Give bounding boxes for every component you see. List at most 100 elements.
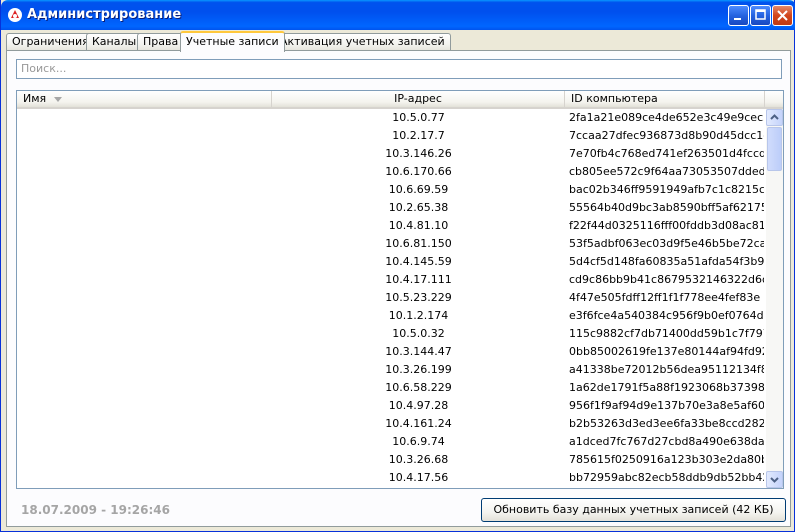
column-ip-label: IP-адрес — [394, 92, 442, 105]
computer-id-cell: 2fa1a21e089ce4de652e3c49e9cec3af — [569, 111, 764, 124]
tab-label: Активация учетных записей — [280, 35, 445, 48]
table-row[interactable]: CJIaDeNbKa9I10.2.65.3855564b40d9bc3ab859… — [17, 199, 765, 217]
ip-address-cell: 10.4.97.28 — [388, 399, 449, 412]
table-row[interactable]: CoBeCTb10.1.2.174e3f6fce4a540384c956f9b0… — [17, 307, 765, 325]
computer-id-cell: 785615f0250916a123b303e2da80b0c9 — [569, 453, 764, 466]
scroll-thumb[interactable] — [767, 127, 782, 171]
table-row[interactable]: Cool Girl10.4.97.28956f1f9af94d9e137b70e… — [17, 397, 765, 415]
list-header: Имя IP-адрес ID компьютера — [17, 91, 783, 109]
computer-id-cell: b2b53263d3ed3ee6fa33be8ccd282b9b — [569, 417, 764, 430]
sort-descending-icon — [54, 96, 63, 102]
ip-address-cell: 10.2.17.7 — [392, 129, 445, 142]
ip-address-cell: 10.4.17.111 — [385, 273, 452, 286]
tab-label: Учетные записи — [186, 35, 279, 48]
table-row[interactable]: CTAKAH MAKA10.4.17.56bb72959abc82ecb58dd… — [17, 469, 765, 487]
minimize-button[interactable] — [728, 5, 749, 26]
table-row[interactable]: Claymore10.4.81.10f22f44d0325116fff00fdd… — [17, 217, 765, 235]
computer-id-cell: f22f44d0325116fff00fddb3d08ac813 — [569, 219, 764, 232]
ip-address-cell: 10.6.9.74 — [392, 435, 445, 448]
computer-id-cell: 1a62de1791f5a88f1923068b37398b5d — [569, 381, 764, 394]
ip-address-cell: 10.2.65.38 — [388, 201, 449, 214]
tab-account-activation[interactable]: Активация учетных записей — [274, 33, 451, 51]
computer-id-cell: 5d4cf5d148fa60835a51afda54f3b90e — [569, 255, 764, 268]
refresh-accounts-button[interactable]: Обновить базу данных учетных записей (42… — [481, 498, 786, 522]
computer-id-cell: e3f6fce4a540384c956f9b0ef0764de1 — [569, 309, 764, 322]
table-row[interactable]: CoLDaT1K10.3.144.470bb85002619fe137e8014… — [17, 343, 765, 361]
table-row[interactable]: Clublife~10.5.23.2294f47e505fdff12ff1f1f… — [17, 289, 765, 307]
ip-address-cell: 10.4.81.10 — [388, 219, 449, 232]
column-header-ip[interactable]: IP-адрес — [272, 91, 565, 108]
column-header-id[interactable]: ID компьютера — [565, 91, 765, 108]
tab-rights[interactable]: Права — [137, 33, 185, 51]
computer-id-cell: 7e70fb4c768ed741ef263501d4fccd68 — [569, 147, 764, 160]
computer-id-cell: a41338be72012b56dea95112134f8a18 — [569, 363, 764, 376]
table-row[interactable]: Clear_Sky10.6.81.15053f5adbf063ec03d9f5e… — [17, 235, 765, 253]
chevron-down-icon — [770, 477, 779, 483]
ip-address-cell: 10.5.0.32 — [392, 327, 445, 340]
tab-label: Права — [143, 35, 179, 48]
computer-id-cell: 4f47e505fdff12ff1f1f778ee4fef83e — [569, 291, 761, 304]
table-row[interactable]: Coming to my dream10.3.26.199a41338be720… — [17, 361, 765, 379]
ip-address-cell: 10.1.2.174 — [388, 309, 449, 322]
last-update-timestamp: 18.07.2009 - 19:26:46 — [21, 503, 170, 517]
window-title: Администрирование — [27, 7, 182, 22]
table-row[interactable]: CS the Best[Blag0v]10.3.26.68785615f0250… — [17, 451, 765, 469]
tab-label: Ограничения — [12, 35, 89, 48]
tab-channels[interactable]: Каналы — [86, 33, 143, 51]
computer-id-cell: bb72959abc82ecb58ddb9db52bb42f10 — [569, 471, 764, 484]
ip-address-cell: 10.6.170.66 — [385, 165, 452, 178]
column-name-label: Имя — [23, 92, 47, 105]
ip-address-cell: 10.3.26.199 — [385, 363, 452, 376]
app-logo-icon — [8, 8, 22, 22]
computer-id-cell: cd9c86bb9b41c8679532146322d6c1a7 — [569, 273, 764, 286]
chevron-up-icon — [770, 114, 779, 120]
table-row[interactable]: chop10.2.17.77ccaa27dfec936873d8b90d45dc… — [17, 127, 765, 145]
ip-address-cell: 10.4.17.56 — [388, 471, 449, 484]
computer-id-cell: bac02b346ff9591949afb7c1c8215ccc — [569, 183, 764, 196]
search-input[interactable]: Поиск... — [16, 59, 782, 79]
accounts-list[interactable]: Имя IP-адрес ID компьютера chipolo10.5.0… — [16, 90, 784, 489]
ip-address-cell: 10.6.69.59 — [388, 183, 449, 196]
table-row[interactable]: chuvack10.6.170.66cb805ee572c9f64aa73053… — [17, 163, 765, 181]
close-icon — [777, 10, 788, 21]
computer-id-cell: 55564b40d9bc3ab8590bff5af6217576 — [569, 201, 764, 214]
table-row[interactable]: COMRAD_PRAPORSCHIK10.6.58.2291a62de1791f… — [17, 379, 765, 397]
computer-id-cell: 0bb85002619fe137e80144af94fd9285 — [569, 345, 764, 358]
title-bar[interactable]: Администрирование — [1, 0, 795, 30]
minimize-icon — [734, 18, 741, 20]
tab-restrictions[interactable]: Ограничения — [6, 33, 95, 51]
table-row[interactable]: Circa10.6.69.59bac02b346ff9591949afb7c1c… — [17, 181, 765, 199]
list-rows: chipolo10.5.0.772fa1a21e089ce4de652e3c49… — [17, 109, 765, 487]
computer-id-cell: cb805ee572c9f64aa73053507dded7c2 — [569, 165, 764, 178]
table-row[interactable]: Chudik10.3.146.267e70fb4c768ed741ef26350… — [17, 145, 765, 163]
ip-address-cell: 10.4.145.59 — [385, 255, 452, 268]
table-row[interactable]: Cobra 1110.5.0.32115c9882cf7db71400dd59b… — [17, 325, 765, 343]
computer-id-cell: a1dced7fc767d27cbd8a490e638daa38 — [569, 435, 764, 448]
accounts-panel: Поиск... Имя IP-адрес ID компьютера chip… — [6, 50, 791, 527]
ip-address-cell: 10.6.81.150 — [385, 237, 452, 250]
table-row[interactable]: Club_ReDok10.4.17.111cd9c86bb9b41c867953… — [17, 271, 765, 289]
column-id-label: ID компьютера — [571, 92, 658, 105]
table-row[interactable]: chipolo10.5.0.772fa1a21e089ce4de652e3c49… — [17, 109, 765, 127]
ip-address-cell: 10.5.23.229 — [385, 291, 452, 304]
tab-label: Каналы — [92, 35, 137, 48]
column-header-name[interactable]: Имя — [17, 91, 272, 108]
vertical-scrollbar[interactable] — [766, 109, 783, 488]
maximize-button[interactable] — [750, 5, 771, 26]
ip-address-cell: 10.5.0.77 — [392, 111, 445, 124]
table-row[interactable]: CrAzY GiRl10.6.9.74a1dced7fc767d27cbd8a4… — [17, 433, 765, 451]
ip-address-cell: 10.3.26.68 — [388, 453, 449, 466]
tab-accounts[interactable]: Учетные записи — [180, 31, 285, 52]
computer-id-cell: 53f5adbf063ec03d9f5e46b5be72ca5c — [569, 237, 764, 250]
computer-id-cell: 956f1f9af94d9e137b70e3a8e5af6062 — [569, 399, 764, 412]
ip-address-cell: 10.3.144.47 — [385, 345, 452, 358]
close-button[interactable] — [772, 5, 793, 26]
table-row[interactable]: Clother10.4.145.595d4cf5d148fa60835a51af… — [17, 253, 765, 271]
ip-address-cell: 10.3.146.26 — [385, 147, 452, 160]
table-row[interactable]: corsars10.4.161.24b2b53263d3ed3ee6fa33be… — [17, 415, 765, 433]
maximize-icon — [755, 9, 766, 20]
scroll-up-button[interactable] — [766, 109, 783, 126]
scroll-down-button[interactable] — [766, 471, 783, 488]
computer-id-cell: 115c9882cf7db71400dd59b1c7f79763 — [569, 327, 764, 340]
ip-address-cell: 10.6.58.229 — [385, 381, 452, 394]
